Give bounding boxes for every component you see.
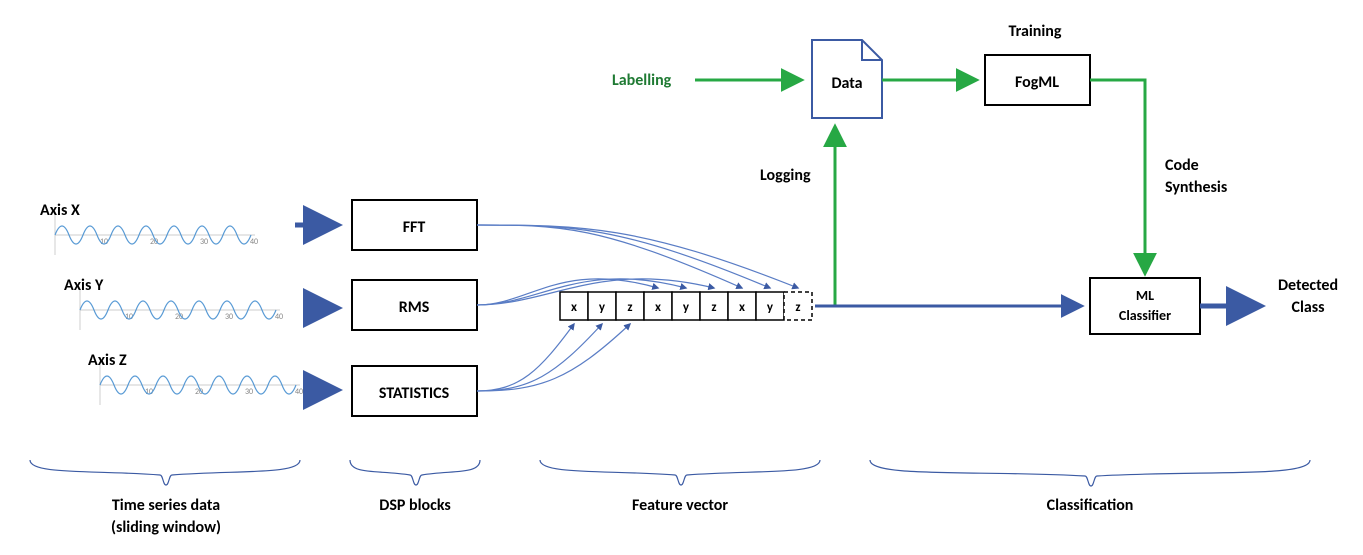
code-label: Code xyxy=(1165,156,1199,175)
fogml-label: FogML xyxy=(1015,73,1059,92)
axis-y-label: Axis Y xyxy=(64,276,104,295)
svg-text:y: y xyxy=(767,300,774,315)
conn-stats xyxy=(477,324,602,391)
output-line1: Detected xyxy=(1278,276,1338,295)
svg-text:30: 30 xyxy=(245,387,253,397)
timeseries-label1: Time series data xyxy=(112,496,220,515)
svg-text:z: z xyxy=(711,300,716,315)
brace-dsp xyxy=(350,460,480,485)
wave-x: 10 20 30 40 xyxy=(55,215,258,255)
data-file-icon: Data xyxy=(812,40,882,118)
arrow-fogml-classifier xyxy=(1090,80,1145,272)
svg-text:40: 40 xyxy=(250,237,258,247)
conn-stats xyxy=(477,324,630,391)
svg-text:30: 30 xyxy=(200,237,208,247)
svg-text:Data: Data xyxy=(831,74,862,93)
svg-text:x: x xyxy=(655,300,661,315)
svg-text:x: x xyxy=(571,300,577,315)
brace-feature xyxy=(540,460,820,485)
svg-text:y: y xyxy=(599,300,606,315)
stats-label: STATISTICS xyxy=(379,384,450,403)
conn-stats xyxy=(477,324,574,391)
logging-label: Logging xyxy=(760,166,811,185)
output-line2: Class xyxy=(1291,298,1324,317)
training-label: Training xyxy=(1009,22,1062,41)
classifier-line1: ML xyxy=(1136,287,1154,304)
svg-text:30: 30 xyxy=(225,312,233,322)
classifier-line2: Classifier xyxy=(1119,307,1171,324)
svg-text:40: 40 xyxy=(295,387,303,397)
classification-section-label: Classification xyxy=(1047,496,1134,515)
svg-text:x: x xyxy=(739,300,745,315)
feature-vector: x y z x y z x y z xyxy=(560,292,812,320)
timeseries-label2: (sliding window) xyxy=(111,518,221,537)
brace-timeseries xyxy=(30,460,300,485)
wave-z: 10 20 30 40 xyxy=(100,365,303,405)
feature-section-label: Feature vector xyxy=(632,496,728,515)
axis-x-label: Axis X xyxy=(40,201,80,220)
fft-label: FFT xyxy=(403,218,426,237)
svg-text:y: y xyxy=(683,300,690,315)
labelling-label: Labelling xyxy=(612,71,672,90)
rms-label: RMS xyxy=(399,298,430,317)
wave-y: 10 20 30 40 xyxy=(80,290,283,330)
dsp-section-label: DSP blocks xyxy=(379,496,451,515)
svg-text:z: z xyxy=(795,300,800,315)
svg-text:40: 40 xyxy=(275,312,283,322)
brace-classification xyxy=(870,460,1310,486)
synthesis-label: Synthesis xyxy=(1165,178,1227,197)
axis-z-label: Axis Z xyxy=(88,351,127,370)
svg-text:z: z xyxy=(627,300,632,315)
